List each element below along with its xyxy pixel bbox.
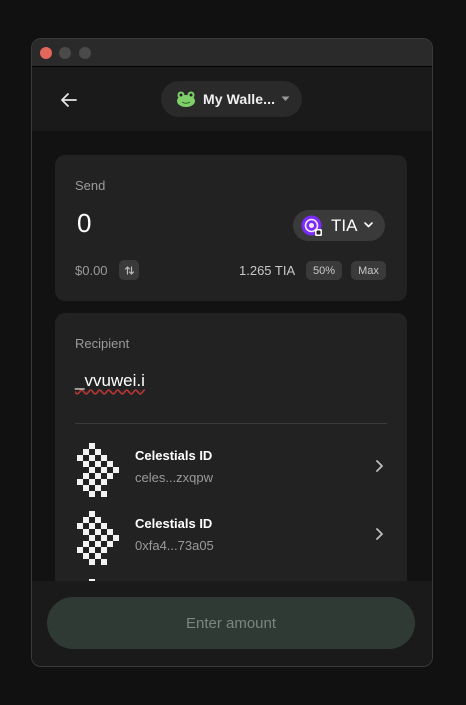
enter-amount-button[interactable]: Enter amount <box>47 597 415 649</box>
usd-value: $0.00 <box>75 263 108 278</box>
back-arrow-icon <box>61 93 77 107</box>
recipient-result-row[interactable]: Celestials ID celes...zxqpw <box>75 443 387 503</box>
swap-currency-button[interactable] <box>119 260 139 280</box>
token-selector[interactable]: TIA <box>293 210 385 241</box>
send-card: Send 0 TIA $0.00 1.265 TIA 50% Max <box>55 155 407 301</box>
footer: Enter amount <box>32 581 432 666</box>
recipient-label: Recipient <box>75 336 130 351</box>
pixel-avatar-icon <box>77 511 119 565</box>
swap-icon <box>124 265 134 275</box>
recipient-input[interactable]: _vvuwei.i <box>75 371 145 391</box>
frog-icon <box>177 91 195 107</box>
close-window-button[interactable] <box>40 47 52 59</box>
recipient-result-row[interactable]: Celestials ID 0xfa4...73a05 <box>75 511 387 571</box>
minimize-window-button[interactable] <box>59 47 71 59</box>
main-content: Send 0 TIA $0.00 1.265 TIA 50% Max Recip… <box>32 131 432 581</box>
wallet-selector[interactable]: My Walle... <box>161 81 302 117</box>
result-address: celes...zxqpw <box>135 470 214 485</box>
caret-down-icon <box>281 96 290 101</box>
result-address: 0xfa4...73a05 <box>135 538 214 553</box>
divider <box>75 423 387 424</box>
amount-input[interactable]: 0 <box>77 208 91 239</box>
chevron-right-icon <box>376 460 383 472</box>
fifty-percent-button[interactable]: 50% <box>306 261 342 280</box>
recipient-card: Recipient _vvuwei.i Celestials ID celes.… <box>55 313 407 581</box>
token-balance: 1.265 TIA <box>239 263 296 278</box>
result-name: Celestials ID <box>135 516 213 531</box>
title-bar <box>32 39 432 67</box>
chevron-down-icon <box>364 222 373 228</box>
result-name: Celestials ID <box>135 448 213 463</box>
header: My Walle... <box>32 67 432 130</box>
app-window: My Walle... Send 0 TIA $0.00 1.265 TIA 5… <box>31 38 433 667</box>
tia-token-icon <box>301 215 322 236</box>
max-button[interactable]: Max <box>351 261 386 280</box>
pixel-avatar-icon <box>77 443 119 497</box>
wallet-name: My Walle... <box>203 91 276 107</box>
token-symbol: TIA <box>331 216 358 235</box>
maximize-window-button[interactable] <box>79 47 91 59</box>
chevron-right-icon <box>376 528 383 540</box>
send-label: Send <box>75 178 106 193</box>
back-button[interactable] <box>58 89 80 111</box>
